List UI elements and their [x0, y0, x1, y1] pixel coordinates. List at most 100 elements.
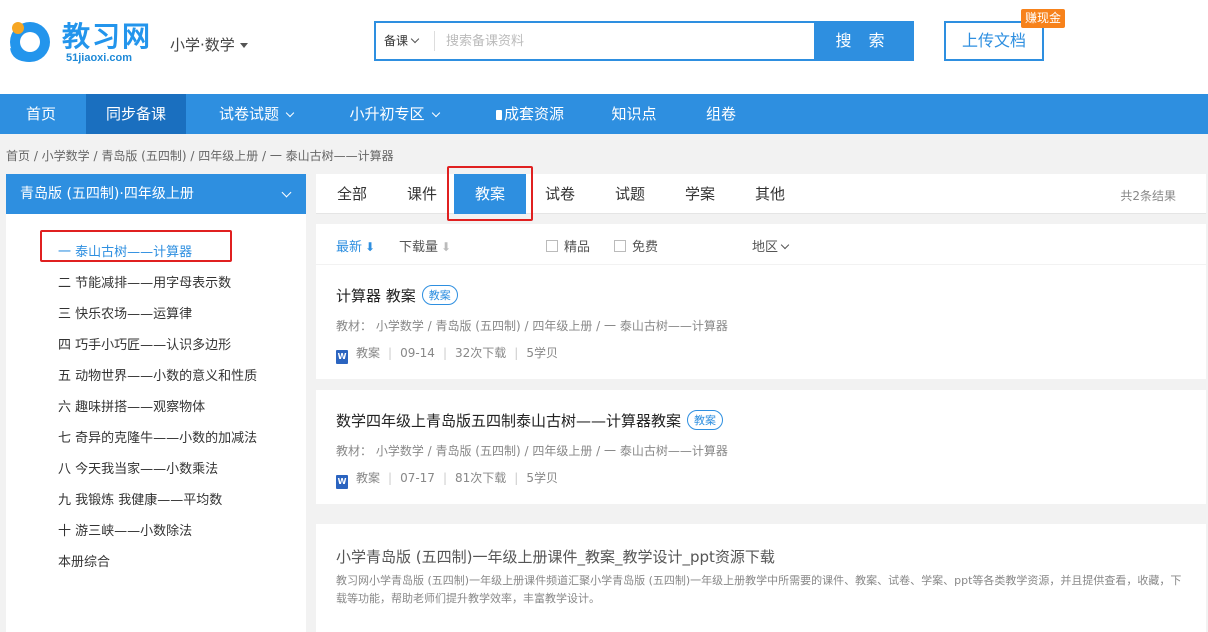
phone-icon	[495, 110, 502, 120]
sort-latest[interactable]: 最新 ⬇	[336, 236, 375, 255]
chevron-down-icon	[285, 108, 295, 118]
nav-sync-prep-label: 同步备课	[105, 105, 166, 123]
filter-region-label: 地区	[752, 240, 779, 255]
chapter-item[interactable]: 五 动物世界——小数的意义和性质	[58, 365, 257, 384]
checkbox[interactable]	[614, 240, 626, 252]
chapter-item[interactable]: 六 趣味拼搭——观察物体	[58, 396, 205, 415]
sort-downloads-label: 下载量	[399, 240, 439, 255]
chevron-down-icon	[410, 34, 420, 44]
nav-middle-school-label: 小升初专区	[349, 105, 425, 123]
channel-desc-text: 教习网小学青岛版 (五四制)一年级上册课件频道汇聚小学青岛版 (五四制)一年级上…	[336, 574, 1182, 605]
nav-compose[interactable]: 组卷	[690, 94, 752, 134]
filter-premium-label: 精品	[564, 240, 591, 255]
search-bar: 备课 搜 索	[374, 21, 914, 61]
search-divider	[434, 31, 435, 51]
sort-downloads[interactable]: 下载量 ⬇	[399, 236, 451, 255]
filter-bar: 最新 ⬇ 下载量 ⬇ 精品 免费 地区	[316, 224, 1206, 264]
result-title[interactable]: 计算器 教案 教案	[336, 285, 458, 306]
chapter-item[interactable]: 七 奇异的克隆牛——小数的加减法	[58, 427, 257, 446]
nav-exams-label: 试卷试题	[218, 105, 279, 123]
chapter-item[interactable]: 一 泰山古树——计算器	[58, 241, 192, 260]
chevron-down-icon	[780, 240, 790, 250]
filter-premium[interactable]: 精品	[546, 236, 590, 255]
breadcrumb[interactable]: 首页 / 小学数学 / 青岛版 (五四制) / 四年级上册 / 一 泰山古树——…	[6, 147, 394, 164]
separator: |	[388, 471, 393, 485]
result-type: 教案	[356, 346, 381, 360]
chapter-item[interactable]: 本册综合	[58, 551, 110, 570]
site-logo[interactable]: 教习网 51jiaoxi.com	[6, 18, 156, 68]
nav-exams[interactable]: 试卷试题	[200, 94, 312, 134]
subject-selector[interactable]: 小学·数学	[170, 34, 248, 55]
logo-text: 教习网	[62, 20, 153, 53]
filter-free[interactable]: 免费	[614, 236, 658, 255]
result-downloads: 81次下载	[454, 471, 507, 485]
result-meta: 教材： 小学数学 / 青岛版 (五四制) / 四年级上册 / 一 泰山古树——计…	[336, 444, 728, 458]
separator: |	[442, 471, 447, 485]
result-date: 07-17	[400, 471, 435, 485]
result-stats: W 教案 | 09-14 | 32次下载 | 5学贝	[336, 344, 558, 364]
arrow-down-icon: ⬇	[441, 240, 452, 254]
tab-questions[interactable]: 试题	[602, 174, 658, 214]
result-title-text: 计算器 教案	[336, 287, 416, 305]
nav-resource-sets[interactable]: 成套资源	[482, 94, 578, 134]
result-card: 数学四年级上青岛版五四制泰山古树——计算器教案 教案 教材： 小学数学 / 青岛版…	[316, 390, 1206, 504]
resource-type-tabs: 全部 课件 教案 试卷 试题 学案 其他 共2条结果	[316, 166, 1206, 221]
result-title-text: 数学四年级上青岛版五四制泰山古树——计算器教案	[336, 412, 682, 430]
chapter-item[interactable]: 十 游三峡——小数除法	[58, 520, 192, 539]
tab-all[interactable]: 全部	[324, 174, 380, 214]
search-type-dropdown[interactable]: 备课	[376, 23, 434, 59]
tab-other[interactable]: 其他	[742, 174, 798, 214]
result-downloads: 32次下载	[454, 346, 507, 360]
tab-courseware[interactable]: 课件	[394, 174, 450, 214]
nav-resource-sets-label: 成套资源	[503, 105, 564, 123]
nav-sync-prep[interactable]: 同步备课	[86, 94, 186, 134]
logo-subtext: 51jiaoxi.com	[66, 52, 133, 64]
caret-down-icon	[239, 43, 248, 48]
separator: |	[514, 471, 519, 485]
separator: |	[388, 346, 393, 360]
chapter-item[interactable]: 九 我锻炼 我健康——平均数	[58, 489, 222, 508]
separator: |	[442, 346, 447, 360]
type-tag: 教案	[687, 410, 724, 430]
type-tag: 教案	[421, 285, 458, 305]
search-type-label: 备课	[384, 34, 409, 48]
chapter-item[interactable]: 四 巧手小巧匠——认识多边形	[58, 334, 231, 353]
channel-description: 小学青岛版 (五四制)一年级上册课件_教案_教学设计_ppt资源下载 教习网小学…	[316, 524, 1206, 632]
word-doc-icon: W	[336, 350, 348, 364]
main-nav: 首页 同步备课 试卷试题 小升初专区 成套资源 知识点 组卷	[0, 94, 1208, 134]
arrow-down-icon: ⬇	[365, 240, 376, 254]
chapter-item[interactable]: 八 今天我当家——小数乘法	[58, 458, 218, 477]
search-button[interactable]: 搜 索	[814, 23, 912, 59]
result-points: 5学贝	[526, 471, 558, 485]
result-date: 09-14	[400, 346, 435, 360]
chapter-sidebar: 青岛版 (五四制)·四年级上册 一 泰山古树——计算器 二 节能减排——用字母表…	[6, 174, 306, 632]
nav-home[interactable]: 首页	[0, 94, 82, 134]
nav-home-label: 首页	[25, 105, 56, 123]
nav-knowledge[interactable]: 知识点	[598, 94, 670, 134]
tab-study-plan[interactable]: 学案	[672, 174, 728, 214]
word-doc-icon: W	[336, 475, 348, 489]
result-title[interactable]: 数学四年级上青岛版五四制泰山古树——计算器教案 教案	[336, 410, 724, 431]
chevron-down-icon	[431, 108, 440, 118]
tab-papers[interactable]: 试卷	[532, 174, 588, 214]
chevron-down-icon	[281, 187, 292, 198]
earn-cash-badge[interactable]: 赚现金	[1021, 9, 1066, 28]
result-meta: 教材： 小学数学 / 青岛版 (五四制) / 四年级上册 / 一 泰山古树——计…	[336, 319, 728, 333]
result-card: 计算器 教案 教案 教材： 小学数学 / 青岛版 (五四制) / 四年级上册 / …	[316, 265, 1206, 379]
textbook-title: 青岛版 (五四制)·四年级上册	[20, 186, 194, 202]
result-type: 教案	[356, 471, 381, 485]
result-stats: W 教案 | 07-17 | 81次下载 | 5学贝	[336, 469, 558, 489]
textbook-selector[interactable]: 青岛版 (五四制)·四年级上册	[6, 174, 306, 214]
separator: |	[514, 346, 519, 360]
result-points: 5学贝	[526, 346, 558, 360]
search-input[interactable]	[436, 23, 814, 59]
channel-title: 小学青岛版 (五四制)一年级上册课件_教案_教学设计_ppt资源下载	[336, 548, 775, 566]
highlight-box	[447, 166, 533, 221]
nav-middle-school[interactable]: 小升初专区	[330, 94, 458, 134]
checkbox[interactable]	[546, 240, 558, 252]
nav-compose-label: 组卷	[705, 105, 736, 123]
site-header: 教习网 51jiaoxi.com 小学·数学 备课 搜 索 上传文档 赚现金	[0, 0, 1208, 94]
chapter-item[interactable]: 二 节能减排——用字母表示数	[58, 272, 231, 291]
filter-region[interactable]: 地区	[752, 236, 790, 255]
chapter-item[interactable]: 三 快乐农场——运算律	[58, 303, 192, 322]
